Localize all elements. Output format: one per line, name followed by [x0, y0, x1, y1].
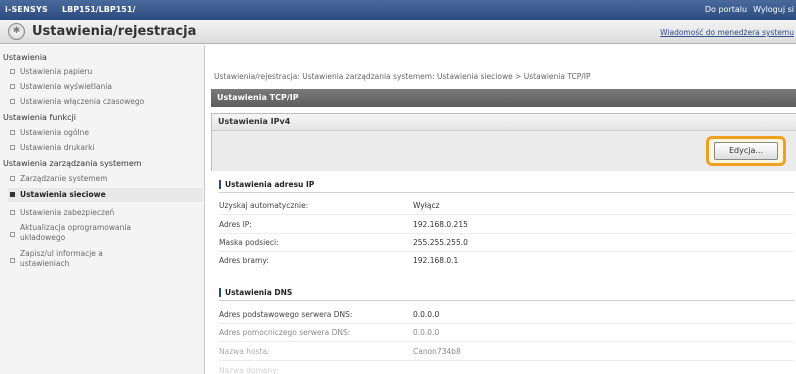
divider [219, 251, 794, 252]
sidebar-item-label: Ustawienia papieru [20, 67, 93, 76]
sidebar-item-printer[interactable]: Ustawienia drukarki [10, 143, 95, 152]
sidebar-item-label: Aktualizacja oprogramowania układowego [20, 223, 132, 242]
sidebar-heading-system[interactable]: Ustawienia zarządzania systemem [3, 159, 142, 168]
bullet-icon [10, 130, 15, 135]
sidebar-item-timer[interactable]: Ustawienia włączenia czasowego [10, 97, 144, 106]
bullet-icon [10, 176, 15, 181]
breadcrumb: Ustawienia/rejestracja: Ustawienia zarzą… [214, 72, 591, 81]
subnet-mask-value: 255.255.255.0 [413, 238, 468, 247]
sidebar-item-paper[interactable]: Ustawienia papieru [10, 67, 92, 76]
sidebar-item-general[interactable]: Ustawienia ogólne [10, 128, 89, 137]
divider [219, 214, 794, 215]
ipv4-title: Ustawienia IPv4 [212, 114, 796, 131]
title-bar: ✱ Ustawienia/rejestracja Wiadomość do me… [0, 20, 796, 44]
main-content: Ustawienia/rejestracja: Ustawienia zarzą… [206, 45, 796, 374]
sidebar-item-label: Ustawienia zabezpieczeń [20, 208, 115, 217]
secondary-dns-label: Adres pomocniczego serwera DNS: [219, 328, 351, 337]
bullet-icon [10, 232, 15, 237]
sidebar-item-system-management[interactable]: Zarządzanie systemem [10, 174, 108, 183]
sidebar-item-label: Zarządzanie systemem [20, 174, 108, 183]
ip-auto-label: Uzyskaj automatycznie: [219, 201, 309, 210]
sidebar-heading-settings[interactable]: Ustawienia [3, 53, 47, 62]
hostname-value: Canon734b8 [413, 347, 461, 356]
secondary-dns-value: 0.0.0.0 [413, 328, 440, 337]
hostname-label: Nazwa hosta: [219, 347, 270, 356]
portal-link[interactable]: Do portalu [705, 5, 747, 14]
bullet-icon [10, 69, 15, 74]
dns-settings-heading: Ustawienia DNS [219, 288, 292, 297]
ipv4-toolbar: Edycja... [212, 131, 796, 171]
sidebar-item-save-load[interactable]: Zapisz/ul informacje a ustawieniach [10, 249, 103, 269]
primary-dns-label: Adres podstawowego serwera DNS: [219, 310, 353, 319]
settings-icon: ✱ [8, 23, 25, 40]
divider [219, 233, 794, 234]
top-links: Do portalu Wyloguj si [705, 5, 794, 14]
edit-button[interactable]: Edycja... [714, 142, 778, 160]
ip-auto-value: Wyłącz [413, 201, 440, 210]
divider [219, 192, 794, 193]
sidebar-item-network[interactable]: Ustawienia sieciowe [8, 188, 203, 202]
ipv4-settings-box: Ustawienia IPv4 Edycja... [211, 113, 796, 171]
divider [219, 341, 794, 342]
ip-address-value: 192.168.0.215 [413, 220, 468, 229]
domain-name-label: Nazwa domeny: [219, 366, 279, 374]
sidebar-item-security[interactable]: Ustawienia zabezpieczeń [10, 208, 114, 217]
sidebar-item-label: Ustawienia ogólne [20, 128, 89, 137]
bullet-icon [10, 192, 15, 197]
edit-button-highlight: Edycja... [706, 136, 786, 166]
bullet-icon [10, 210, 15, 215]
sidebar-item-display[interactable]: Ustawienia wyświetlania [10, 82, 112, 91]
sidebar-item-label: Ustawienia włączenia czasowego [20, 97, 145, 106]
sidebar: Ustawienia Ustawienia papieru Ustawienia… [0, 45, 205, 374]
primary-dns-value: 0.0.0.0 [413, 310, 440, 319]
page-title: Ustawienia/rejestracja [32, 24, 197, 39]
top-bar: i-SENSYS LBP151/LBP151/ Do portalu Wylogu… [0, 0, 796, 20]
sidebar-heading-functions[interactable]: Ustawienia funkcji [3, 113, 76, 122]
ip-settings-heading: Ustawienia adresu IP [219, 180, 314, 189]
divider [219, 300, 794, 301]
bullet-icon [10, 258, 15, 263]
logout-link[interactable]: Wyloguj si [753, 5, 794, 14]
gateway-value: 192.168.0.1 [413, 256, 459, 265]
gateway-label: Adres bramy: [219, 256, 269, 265]
sidebar-item-label: Zapisz/ul informacje a ustawieniach [20, 249, 103, 268]
divider [219, 360, 794, 361]
sidebar-item-label: Ustawienia sieciowe [20, 190, 106, 199]
sidebar-item-firmware-update[interactable]: Aktualizacja oprogramowania układowego [10, 223, 131, 243]
mail-to-admin-link[interactable]: Wiadomość do menedżera systemu [660, 28, 794, 37]
sidebar-item-label: Ustawienia wyświetlania [20, 82, 112, 91]
bullet-icon [10, 84, 15, 89]
subnet-mask-label: Maska podsieci: [219, 238, 279, 247]
divider [219, 323, 794, 324]
section-title-tcpip: Ustawienia TCP/IP [211, 89, 796, 107]
bullet-icon [10, 145, 15, 150]
brand-logo: i-SENSYS [5, 5, 48, 14]
ip-address-label: Adres IP: [219, 220, 252, 229]
bullet-icon [10, 99, 15, 104]
sidebar-item-label: Ustawienia drukarki [20, 143, 95, 152]
device-model: LBP151/LBP151/ [62, 5, 136, 14]
